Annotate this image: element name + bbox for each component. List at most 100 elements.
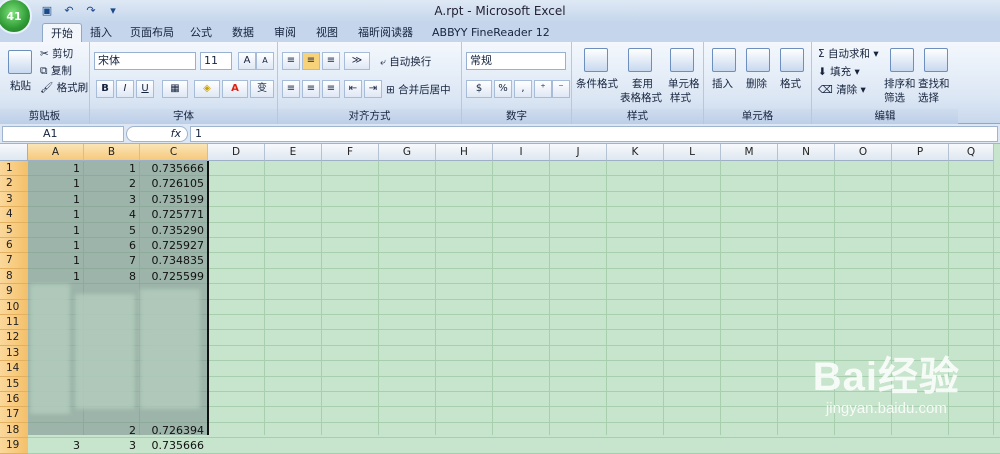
tab-formulas[interactable]: 公式 (182, 23, 220, 42)
cell-b[interactable]: 3 (84, 192, 140, 207)
font-name-combo[interactable]: 宋体 (94, 52, 196, 70)
column-header-j[interactable]: J (550, 144, 607, 161)
cell-c[interactable]: 0.726105 (140, 176, 208, 191)
name-box[interactable]: A1 (2, 126, 124, 142)
underline-button[interactable]: U (136, 80, 154, 98)
merge-center-button[interactable]: ⊞ 合并后居中 (386, 82, 451, 97)
cell-b[interactable]: 8 (84, 269, 140, 284)
decrease-decimal-icon[interactable]: ⁻ (552, 80, 570, 98)
row-header-5[interactable]: 5 (0, 222, 28, 238)
sort-filter-icon[interactable] (890, 48, 914, 72)
row-header-7[interactable]: 7 (0, 253, 28, 269)
column-header-g[interactable]: G (379, 144, 436, 161)
row-header-6[interactable]: 6 (0, 238, 28, 254)
phonetic-button[interactable]: 变 (250, 80, 274, 98)
cell-c[interactable]: 0.735666 (140, 438, 208, 453)
cell-b[interactable]: 3 (84, 438, 140, 453)
cell-a[interactable]: 3 (28, 438, 84, 453)
cell-a[interactable]: 1 (28, 207, 84, 222)
row-header-17[interactable]: 17 (0, 407, 28, 423)
formula-input[interactable]: 1 (190, 126, 998, 142)
column-header-d[interactable]: D (208, 144, 265, 161)
redo-icon[interactable]: ↷ (82, 3, 100, 19)
tab-data[interactable]: 数据 (224, 23, 262, 42)
sort-filter-label-1[interactable]: 排序和 (884, 76, 916, 91)
insert-cells-icon[interactable] (712, 48, 736, 72)
cell-c[interactable]: 0.735290 (140, 223, 208, 238)
cell-b[interactable]: 2 (84, 176, 140, 191)
format-cells-icon[interactable] (780, 48, 804, 72)
delete-cells-button[interactable]: 删除 (746, 76, 767, 91)
row-header-18[interactable]: 18 (0, 422, 28, 439)
cell-b[interactable]: 7 (84, 253, 140, 268)
conditional-format-button[interactable]: 条件格式 (576, 76, 618, 91)
cell-b[interactable]: 4 (84, 207, 140, 222)
align-center-icon[interactable]: ≡ (302, 80, 320, 98)
row-header-10[interactable]: 10 (0, 299, 28, 315)
row-header-8[interactable]: 8 (0, 268, 28, 285)
cell-c[interactable]: 0.734835 (140, 253, 208, 268)
cell-c[interactable]: 0.726394 (140, 423, 208, 438)
row-header-1[interactable]: 1 (0, 161, 28, 177)
number-format-combo[interactable]: 常规 (466, 52, 566, 70)
autosum-button[interactable]: Σ 自动求和 ▾ (818, 46, 879, 61)
cell-b[interactable]: 1 (84, 161, 140, 176)
paste-button[interactable]: 粘贴 (10, 78, 31, 93)
increase-decimal-icon[interactable]: ⁺ (534, 80, 552, 98)
row-header-12[interactable]: 12 (0, 330, 28, 346)
column-header-o[interactable]: O (835, 144, 892, 161)
row-header-19[interactable]: 19 (0, 438, 28, 454)
row-header-3[interactable]: 3 (0, 191, 28, 208)
cut-button[interactable]: ✂ 剪切 (40, 46, 73, 61)
row-header-2[interactable]: 2 (0, 176, 28, 192)
tab-view[interactable]: 视图 (308, 23, 346, 42)
cell-styles-icon[interactable] (670, 48, 694, 72)
shrink-font-button[interactable]: A (256, 52, 274, 70)
fx-icon[interactable]: fx (126, 126, 188, 142)
align-right-icon[interactable]: ≡ (322, 80, 340, 98)
row-header-14[interactable]: 14 (0, 361, 28, 377)
increase-indent-icon[interactable]: ⇥ (364, 80, 382, 98)
find-select-label-2[interactable]: 选择 (918, 90, 939, 105)
cell-b[interactable]: 2 (84, 423, 140, 438)
row-header-13[interactable]: 13 (0, 345, 28, 362)
cell-styles-label-2[interactable]: 样式 (670, 90, 691, 105)
align-left-icon[interactable]: ≡ (282, 80, 300, 98)
insert-cells-button[interactable]: 插入 (712, 76, 733, 91)
format-table-label-1[interactable]: 套用 (632, 76, 653, 91)
align-bottom-icon[interactable]: ≡ (322, 52, 340, 70)
format-table-icon[interactable] (628, 48, 652, 72)
column-header-i[interactable]: I (493, 144, 550, 161)
comma-button[interactable]: , (514, 80, 532, 98)
cell-a[interactable]: 1 (28, 223, 84, 238)
wrap-text-button[interactable]: ⤶ 自动换行 (380, 54, 431, 69)
cell-a[interactable]: 1 (28, 269, 84, 284)
conditional-format-icon[interactable] (584, 48, 608, 72)
font-color-icon[interactable]: A (222, 80, 248, 98)
format-cells-button[interactable]: 格式 (780, 76, 801, 91)
cell-c[interactable]: 0.725771 (140, 207, 208, 222)
cell-a[interactable]: 1 (28, 192, 84, 207)
decrease-indent-icon[interactable]: ⇤ (344, 80, 362, 98)
format-painter-button[interactable]: 🖌 格式刷 (40, 80, 88, 95)
row-header-15[interactable]: 15 (0, 376, 28, 392)
bold-button[interactable]: B (96, 80, 114, 98)
cell-c[interactable]: 0.735199 (140, 192, 208, 207)
row-header-9[interactable]: 9 (0, 284, 28, 300)
paste-icon[interactable] (8, 50, 32, 74)
cell-a[interactable]: 1 (28, 253, 84, 268)
tab-home[interactable]: 开始 (42, 23, 82, 42)
tab-page-layout[interactable]: 页面布局 (122, 23, 182, 42)
cell-c[interactable]: 0.725599 (140, 269, 208, 284)
cell-styles-label-1[interactable]: 单元格 (668, 76, 700, 91)
column-header-b[interactable]: B (84, 144, 140, 161)
column-header-k[interactable]: K (607, 144, 664, 161)
currency-icon[interactable]: $ (466, 80, 492, 98)
tab-foxit[interactable]: 福昕阅读器 (350, 23, 421, 42)
tab-abbyy[interactable]: ABBYY FineReader 12 (424, 23, 558, 42)
customize-icon[interactable]: ▾ (104, 3, 122, 19)
tab-insert[interactable]: 插入 (82, 23, 120, 42)
grow-font-button[interactable]: A (238, 52, 256, 70)
select-all-corner[interactable] (0, 144, 28, 161)
find-select-icon[interactable] (924, 48, 948, 72)
